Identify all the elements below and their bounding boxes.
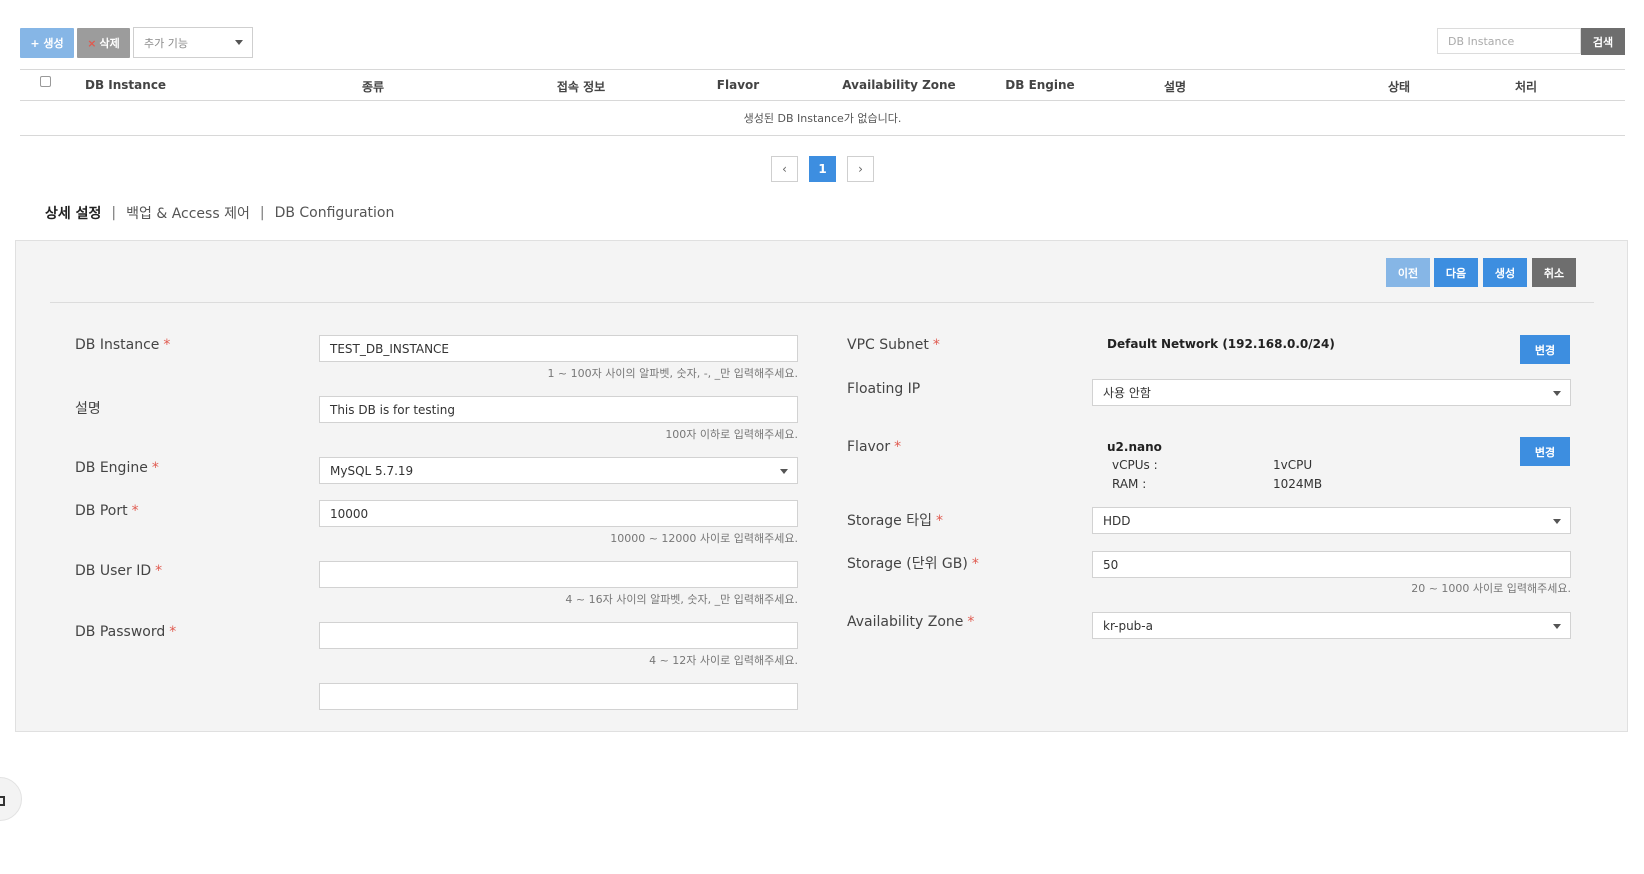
flavor-change-button[interactable]: 변경 bbox=[1520, 437, 1570, 466]
column-header-db-instance[interactable]: DB Instance bbox=[85, 78, 205, 92]
table-top-border bbox=[20, 69, 1625, 70]
vpc-subnet-value: Default Network (192.168.0.0/24) bbox=[1107, 337, 1335, 351]
table-bottom-border bbox=[20, 135, 1625, 136]
column-header-flavor[interactable]: Flavor bbox=[698, 78, 778, 92]
column-header-action[interactable]: 처리 bbox=[1486, 78, 1566, 95]
floating-ip-select[interactable]: 사용 안함 bbox=[1092, 379, 1571, 406]
column-header-db-engine[interactable]: DB Engine bbox=[990, 78, 1090, 92]
tab-separator: | bbox=[259, 205, 265, 221]
flavor-vcpus-label: vCPUs : bbox=[1112, 458, 1158, 472]
column-header-description[interactable]: 설명 bbox=[1135, 78, 1215, 95]
availability-zone-select[interactable]: kr-pub-a bbox=[1092, 612, 1571, 639]
floating-ip-label: Floating IP bbox=[847, 381, 921, 397]
chevron-down-icon bbox=[1553, 624, 1561, 629]
column-header-status[interactable]: 상태 bbox=[1359, 78, 1439, 95]
search-button[interactable]: 검색 bbox=[1581, 28, 1625, 55]
chevron-down-icon bbox=[235, 40, 243, 45]
db-password-hint: 4 ~ 12자 사이로 입력해주세요. bbox=[649, 654, 798, 667]
storage-type-select[interactable]: HDD bbox=[1092, 507, 1571, 534]
description-label: 설명 bbox=[75, 401, 101, 417]
extra-functions-label: 추가 기능 bbox=[144, 36, 188, 50]
storage-size-label: Storage (단위 GB) * bbox=[847, 556, 979, 572]
db-engine-label: DB Engine * bbox=[75, 460, 159, 476]
chevron-down-icon bbox=[1553, 519, 1561, 524]
availability-zone-label: Availability Zone * bbox=[847, 614, 975, 630]
search-input[interactable]: DB Instance bbox=[1437, 28, 1581, 54]
db-user-id-hint: 4 ~ 16자 사이의 알파벳, 숫자, _만 입력해주세요. bbox=[565, 593, 798, 606]
flavor-label: Flavor * bbox=[847, 439, 902, 455]
detail-settings-panel bbox=[15, 240, 1628, 732]
db-port-label: DB Port * bbox=[75, 503, 139, 519]
chevron-left-icon: ‹ bbox=[782, 162, 787, 176]
create-submit-button[interactable]: 생성 bbox=[1483, 258, 1527, 287]
vpc-subnet-change-button[interactable]: 변경 bbox=[1520, 335, 1570, 364]
chevron-down-icon bbox=[1553, 391, 1561, 396]
storage-size-hint: 20 ~ 1000 사이로 입력해주세요. bbox=[1411, 582, 1571, 595]
flavor-vcpus-value: 1vCPU bbox=[1273, 458, 1313, 472]
tab-separator: | bbox=[111, 205, 117, 221]
detail-tabs: 상세 설정 | 백업 & Access 제어 | DB Configuratio… bbox=[45, 203, 394, 223]
storage-type-value: HDD bbox=[1103, 513, 1131, 528]
chevron-right-icon: › bbox=[858, 162, 863, 176]
db-instance-input[interactable]: TEST_DB_INSTANCE bbox=[319, 335, 798, 362]
availability-zone-value: kr-pub-a bbox=[1103, 618, 1153, 633]
storage-size-input[interactable]: 50 bbox=[1092, 551, 1571, 578]
pagination-page-1[interactable]: 1 bbox=[809, 156, 836, 182]
delete-x-icon: × bbox=[87, 36, 97, 50]
description-hint: 100자 이하로 입력해주세요. bbox=[665, 428, 798, 441]
next-button[interactable]: 다음 bbox=[1434, 258, 1478, 287]
tab-db-configuration[interactable]: DB Configuration bbox=[275, 205, 395, 221]
cancel-button[interactable]: 취소 bbox=[1532, 258, 1576, 287]
db-port-input[interactable]: 10000 bbox=[319, 500, 798, 527]
pagination-next-button[interactable]: › bbox=[847, 156, 874, 182]
flavor-name: u2.nano bbox=[1107, 440, 1162, 454]
storage-type-label: Storage 타입 * bbox=[847, 513, 943, 529]
db-port-hint: 10000 ~ 12000 사이로 입력해주세요. bbox=[610, 532, 798, 545]
db-user-id-input[interactable] bbox=[319, 561, 798, 588]
prev-button[interactable]: 이전 bbox=[1386, 258, 1430, 287]
tab-backup-access[interactable]: 백업 & Access 제어 bbox=[126, 203, 250, 223]
tab-detail-settings[interactable]: 상세 설정 bbox=[45, 203, 101, 223]
db-instance-hint: 1 ~ 100자 사이의 알파벳, 숫자, -, _만 입력해주세요. bbox=[547, 367, 798, 380]
flavor-ram-label: RAM : bbox=[1112, 477, 1147, 491]
db-user-id-label: DB User ID * bbox=[75, 563, 163, 579]
db-password-input[interactable] bbox=[319, 622, 798, 649]
column-header-type[interactable]: 종류 bbox=[333, 78, 413, 95]
table-empty-message: 생성된 DB Instance가 없습니다. bbox=[743, 112, 902, 125]
floating-ip-value: 사용 안함 bbox=[1103, 386, 1151, 400]
flavor-ram-value: 1024MB bbox=[1273, 477, 1323, 491]
panel-divider bbox=[50, 302, 1594, 303]
description-input[interactable]: This DB is for testing bbox=[319, 396, 798, 423]
vpc-subnet-label: VPC Subnet * bbox=[847, 337, 940, 353]
delete-button[interactable]: × 삭제 bbox=[77, 28, 130, 58]
create-button[interactable]: + 생성 bbox=[20, 28, 74, 58]
chat-icon bbox=[0, 796, 5, 806]
db-engine-value: MySQL 5.7.19 bbox=[330, 463, 414, 478]
select-all-checkbox[interactable] bbox=[40, 76, 51, 87]
table-header-border bbox=[20, 100, 1625, 101]
chevron-down-icon bbox=[780, 469, 788, 474]
extra-functions-select[interactable]: 추가 기능 bbox=[133, 27, 253, 58]
db-instance-label: DB Instance * bbox=[75, 337, 171, 353]
db-password-label: DB Password * bbox=[75, 624, 177, 640]
delete-button-label: 삭제 bbox=[99, 37, 120, 50]
db-engine-select[interactable]: MySQL 5.7.19 bbox=[319, 457, 798, 484]
column-header-availability-zone[interactable]: Availability Zone bbox=[834, 78, 964, 92]
column-header-connection-info[interactable]: 접속 정보 bbox=[531, 78, 631, 95]
pagination-prev-button[interactable]: ‹ bbox=[771, 156, 798, 182]
db-password-confirm-input[interactable] bbox=[319, 683, 798, 710]
